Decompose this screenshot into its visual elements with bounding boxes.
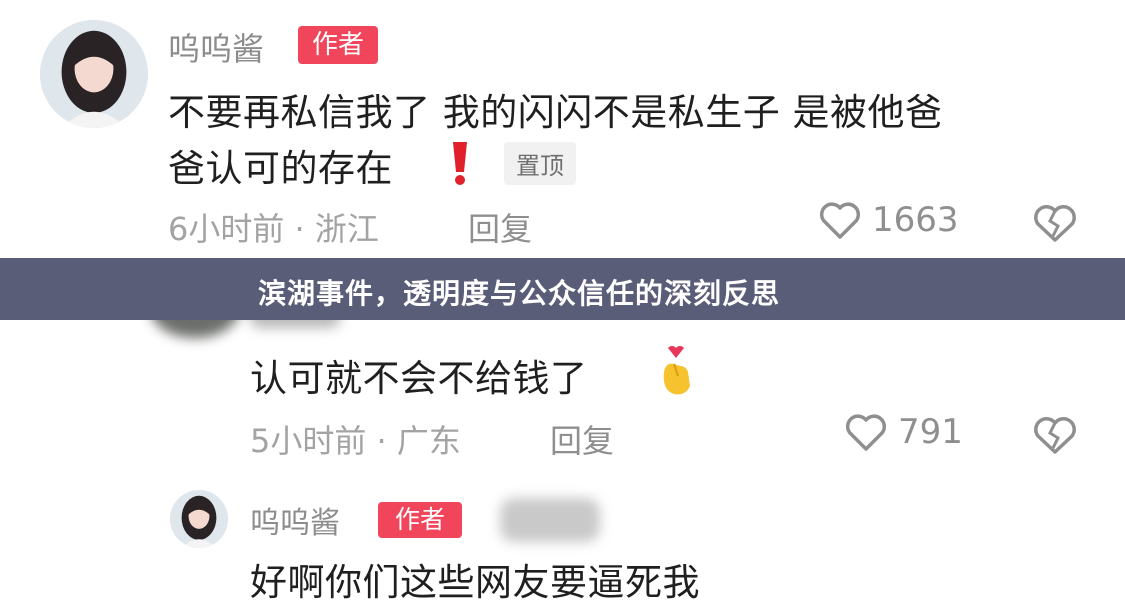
blurred-region	[500, 498, 600, 542]
broken-heart-icon[interactable]	[1032, 202, 1078, 244]
like-button[interactable]: 1663	[818, 200, 959, 240]
like-count: 1663	[872, 200, 959, 240]
author-badge: 作者	[298, 26, 378, 64]
exclamation-icon	[448, 140, 472, 186]
heart-icon	[844, 412, 888, 452]
finger-heart-emoji	[656, 342, 698, 398]
broken-heart-icon[interactable]	[1032, 414, 1078, 456]
like-button[interactable]: 791	[844, 412, 963, 452]
banner-title: 滨湖事件，透明度与公众信任的深刻反思	[258, 277, 781, 310]
comment-meta: 6小时前 · 浙江	[168, 210, 379, 248]
comment-username[interactable]: 呜呜酱	[250, 498, 340, 542]
like-count: 791	[898, 412, 963, 452]
comment-meta: 5小时前 · 广东	[250, 422, 461, 460]
heart-icon	[818, 200, 862, 240]
reply-button[interactable]: 回复	[468, 204, 532, 250]
comment-text: 好啊你们这些网友要逼死我	[250, 561, 700, 604]
comment-text: 不要再私信我了 我的闪闪不是私生子 是被他爸	[168, 91, 943, 134]
avatar[interactable]	[170, 490, 228, 548]
avatar[interactable]	[40, 20, 148, 128]
comment-text: 认可就不会不给钱了	[250, 357, 588, 400]
author-badge: 作者	[378, 502, 462, 538]
comment-text-line2: 爸认可的存在	[168, 147, 393, 190]
pinned-tag: 置顶	[504, 142, 576, 185]
comment-username[interactable]: 呜呜酱	[168, 24, 264, 70]
reply-button[interactable]: 回复	[550, 416, 614, 462]
